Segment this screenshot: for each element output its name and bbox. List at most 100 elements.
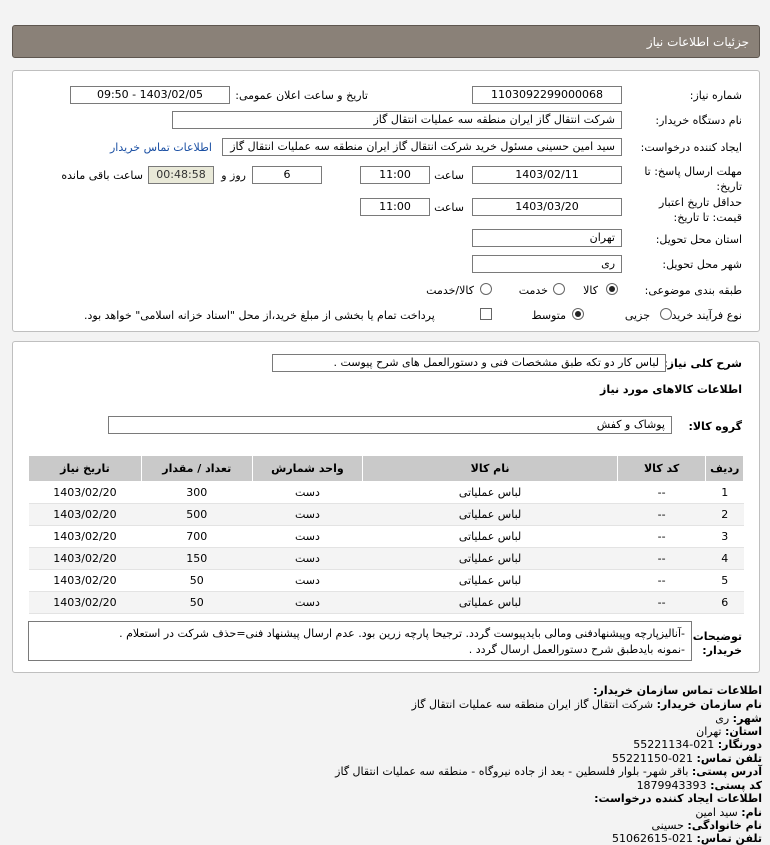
table-row: 4 -- لباس عملیاتی دست 150 1403/02/20 <box>28 547 744 570</box>
goods-unit: دست <box>252 503 363 526</box>
contact-city-label: شهر: <box>732 712 762 725</box>
category-goods-label: کالا <box>583 284 598 297</box>
contact-postal-value: 1879943393 <box>636 779 707 792</box>
validity-date-field[interactable]: 1403/03/20 <box>472 198 622 216</box>
col-date-header: تاریخ نیاز <box>28 455 142 482</box>
buyer-label: نام دستگاه خریدار: <box>655 114 742 127</box>
goods-code: -- <box>617 591 706 614</box>
goods-unit: دست <box>252 591 363 614</box>
table-row: 5 -- لباس عملیاتی دست 50 1403/02/20 <box>28 569 744 592</box>
goods-group-label: گروه کالا: <box>688 420 742 433</box>
contact-org-value: شرکت انتقال گاز ایران منطقه سه عملیات ان… <box>411 698 654 711</box>
contact-city-value: ری <box>715 712 730 725</box>
contact-address-label: آدرس پستی: <box>691 765 762 778</box>
remaining-label: ساعت باقی مانده <box>61 169 143 182</box>
process-partial-radio[interactable] <box>660 308 672 320</box>
col-code-header: کد کالا <box>616 455 707 482</box>
goods-group-field[interactable]: پوشاک و کفش <box>108 416 672 434</box>
need-date: 1403/02/20 <box>28 591 142 614</box>
contact-province-label: استان: <box>725 725 762 738</box>
col-unit-header: واحد شمارش <box>251 455 364 482</box>
col-row-header: ردیف <box>705 455 744 482</box>
summary-label: شرح کلی نیاز: <box>663 357 742 370</box>
buyer-contact-link[interactable]: اطلاعات تماس خریدار <box>110 141 212 154</box>
reply-time-label: ساعت <box>434 169 464 182</box>
creator-label: ایجاد کننده درخواست: <box>640 141 742 154</box>
contact-postal-label: کد پستی: <box>710 779 762 792</box>
city-field[interactable]: ری <box>472 255 622 273</box>
goods-qty: 150 <box>141 547 253 570</box>
goods-unit: دست <box>252 547 363 570</box>
days-label: روز و <box>221 169 246 182</box>
category-service-label: خدمت <box>518 284 548 297</box>
category-goods-service-label: کالا/خدمت <box>426 284 474 297</box>
contact-address-value: باقر شهر- بلوار فلسطین - بعد از جاده نیر… <box>335 765 689 778</box>
validity-time-field[interactable]: 11:00 <box>360 198 430 216</box>
goods-qty: 50 <box>141 591 253 614</box>
table-row: 3 -- لباس عملیاتی دست 700 1403/02/20 <box>28 525 744 548</box>
row-number: 2 <box>705 503 744 526</box>
row-number: 5 <box>705 569 744 592</box>
goods-name: لباس عملیاتی <box>362 547 618 570</box>
process-medium-radio[interactable] <box>572 308 584 320</box>
goods-info-title: اطلاعات کالاهای مورد نیاز <box>600 383 742 396</box>
goods-code: -- <box>617 503 706 526</box>
creator-field[interactable]: سید امین حسینی مسئول خرید شرکت انتقال گا… <box>222 138 622 156</box>
goods-code: -- <box>617 547 706 570</box>
creator-family-value: حسینی <box>651 819 684 832</box>
goods-name: لباس عملیاتی <box>362 525 618 548</box>
category-service-radio[interactable] <box>553 283 565 295</box>
validity-time-label: ساعت <box>434 201 464 214</box>
goods-qty: 300 <box>141 481 253 504</box>
row-number: 6 <box>705 591 744 614</box>
creator-family-label: نام خانوادگی: <box>687 819 762 832</box>
creator-phone: تلفن تماس: 021-51062615 <box>612 832 762 845</box>
buyer-notes-box: -آنالیزپارچه وپیشنهادفنی ومالی بایدپیوست… <box>28 621 692 661</box>
goods-name: لباس عملیاتی <box>362 591 618 614</box>
province-label: استان محل تحویل: <box>655 233 742 246</box>
remaining-time-field: 00:48:58 <box>148 166 214 184</box>
days-field[interactable]: 6 <box>252 166 322 184</box>
process-partial-label: جزیی <box>624 309 650 322</box>
treasury-payment-checkbox[interactable] <box>480 308 492 320</box>
creator-name: نام: سید امین <box>695 806 762 819</box>
page-title: جزئیات اطلاعات نیاز <box>646 35 749 49</box>
announce-field[interactable]: 1403/02/05 - 09:50 <box>70 86 230 104</box>
validity-label: حداقل تاریخ اعتبار قیمت: تا تاریخ: <box>658 196 742 224</box>
goods-name: لباس عملیاتی <box>362 481 618 504</box>
buyer-notes-line1: -آنالیزپارچه وپیشنهادفنی ومالی بایدپیوست… <box>119 627 685 640</box>
contact-title: اطلاعات تماس سازمان خریدار: <box>593 684 762 697</box>
announce-label: تاریخ و ساعت اعلان عمومی: <box>235 89 368 102</box>
buyer-notes-line2: -نمونه بایدطبق شرح دستورالعمل ارسال گردد… <box>468 643 685 656</box>
goods-name: لباس عملیاتی <box>362 569 618 592</box>
goods-unit: دست <box>252 569 363 592</box>
summary-field[interactable]: لباس کار دو تکه طبق مشخصات فنی و دستورال… <box>272 354 666 372</box>
reply-time-field[interactable]: 11:00 <box>360 166 430 184</box>
goods-unit: دست <box>252 525 363 548</box>
need-date: 1403/02/20 <box>28 481 142 504</box>
row-number: 1 <box>705 481 744 504</box>
contact-province-value: تهران <box>696 725 722 738</box>
creator-name-label: نام: <box>741 806 762 819</box>
row-number: 3 <box>705 525 744 548</box>
buyer-field[interactable]: شرکت انتقال گاز ایران منطقه سه عملیات ان… <box>172 111 622 129</box>
creator-name-value: سید امین <box>695 806 738 819</box>
contact-province: استان: تهران <box>696 725 762 738</box>
need-date: 1403/02/20 <box>28 503 142 526</box>
contact-address: آدرس پستی: باقر شهر- بلوار فلسطین - بعد … <box>335 765 762 778</box>
creator-family: نام خانوادگی: حسینی <box>652 819 763 832</box>
contact-fax-label: دورنگار: <box>717 738 762 751</box>
province-field[interactable]: تهران <box>472 229 622 247</box>
reply-date-field[interactable]: 1403/02/11 <box>472 166 622 184</box>
category-goods-radio[interactable] <box>606 283 618 295</box>
goods-unit: دست <box>252 481 363 504</box>
goods-code: -- <box>617 481 706 504</box>
goods-qty: 50 <box>141 569 253 592</box>
process-label: نوع فرآیند خرید : <box>664 309 742 322</box>
category-goods-service-radio[interactable] <box>480 283 492 295</box>
contact-org: نام سازمان خریدار: شرکت انتقال گاز ایران… <box>412 698 762 711</box>
contact-fax: دورنگار: 021-55221134 <box>633 738 762 751</box>
need-number-field[interactable]: 1103092299000068 <box>472 86 622 104</box>
col-qty-header: تعداد / مقدار <box>140 455 253 482</box>
contact-org-label: نام سازمان خریدار: <box>656 698 762 711</box>
